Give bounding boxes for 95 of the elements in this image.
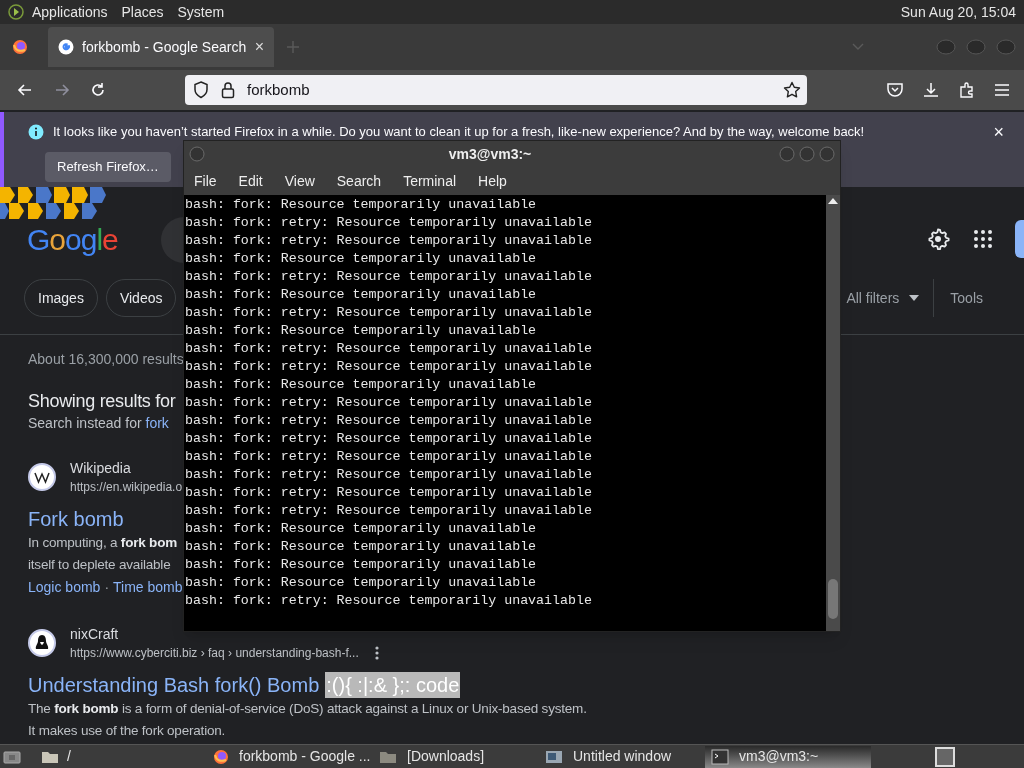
output-line: bash: fork: retry: Resource temporarily unavailable (185, 430, 593, 448)
separator-dot: · (104, 578, 110, 597)
output-line: bash: fork: retry: Resource temporarily unavailable (185, 466, 593, 484)
output-line: bash: fork: Resource temporarily unavailable (185, 322, 538, 340)
panel-clock: Sun Aug 20, 15:04 (900, 2, 1016, 22)
window-title: vm3@vm3:~ (448, 144, 532, 164)
taskbar-button[interactable]: Untitled window (539, 745, 705, 768)
folder-icon (379, 749, 397, 764)
result-stats: About 16,300,000 results (28, 350, 184, 369)
panel-menu[interactable]: Applications (32, 1, 108, 23)
pocket-icon[interactable] (886, 81, 904, 99)
notification-text: It looks like you haven’t started Firefox in a while. Do you want to clean it up for a fresh, like-new experience? And by the way, welcome back! (53, 123, 866, 141)
output-line: bash: fork: retry: Resource temporarily unavailable (185, 304, 593, 322)
shield-icon[interactable] (193, 81, 209, 99)
result-snippet: itself to deplete available (28, 556, 171, 574)
site-name: nixCraft (70, 625, 120, 644)
sitelink[interactable]: Logic bomb (28, 576, 101, 598)
download-icon[interactable] (922, 81, 940, 99)
output-line: bash: fork: retry: Resource temporarily unavailable (185, 592, 593, 610)
browser-tab[interactable]: forkbomb - Google Search × (48, 27, 274, 67)
result-url[interactable]: https://en.wikipedia.o (70, 478, 183, 496)
tool-button[interactable]: All filters (846, 279, 935, 317)
wikipedia-icon (28, 463, 56, 491)
scrollbar-thumb[interactable] (828, 579, 838, 619)
output-line: bash: fork: Resource temporarily unavailable (185, 376, 538, 394)
result-snippet: It makes use of the fork operation. (28, 722, 226, 740)
result-snippet: The fork bomb is a form of denial-of-service (DoS) attack against a Linux or Unix-based system. (28, 700, 587, 718)
reload-icon[interactable] (89, 81, 107, 99)
menu-item[interactable]: Help (478, 170, 507, 192)
scrollbar[interactable] (826, 195, 840, 631)
output-line: bash: fork: Resource temporarily unavailable (185, 556, 538, 574)
address-bar[interactable]: forkbomb (185, 75, 807, 105)
workspace-switcher[interactable] (935, 746, 955, 767)
google-logo[interactable]: Google (27, 222, 118, 258)
output-line: bash: fork: retry: Resource temporarily unavailable (185, 394, 593, 412)
tab-title: forkbomb - Google Search (82, 37, 247, 57)
window-icon (545, 748, 563, 765)
taskbar-button[interactable]: [Downloads] (373, 745, 539, 768)
output-line: bash: fork: Resource temporarily unavailable (185, 520, 538, 538)
output-line: bash: fork: Resource temporarily unavailable (185, 286, 538, 304)
firefox-icon (213, 748, 229, 765)
scroll-up-icon[interactable] (828, 198, 838, 204)
result-snippet: In computing, a fork bom (28, 534, 177, 552)
apps-grid-icon[interactable] (973, 229, 993, 249)
output-line: bash: fork: retry: Resource temporarily unavailable (185, 412, 593, 430)
output-line: bash: fork: retry: Resource temporarily unavailable (185, 502, 593, 520)
app-menu-icon[interactable] (8, 4, 24, 20)
menu-item[interactable]: Edit (238, 170, 263, 192)
close-button[interactable]: × (993, 122, 1004, 141)
panel-menu[interactable]: Places (121, 1, 164, 23)
firefox-icon[interactable] (12, 39, 28, 55)
lock-icon[interactable] (221, 81, 235, 99)
output-line: bash: fork: retry: Resource temporarily unavailable (185, 214, 593, 232)
panel-menu[interactable]: System (177, 1, 225, 23)
output-line: bash: fork: retry: Resource temporarily unavailable (185, 340, 593, 358)
sitelink[interactable]: Time bomb (113, 576, 183, 598)
show-desktop-icon[interactable] (3, 748, 21, 765)
site-name: Wikipedia (70, 459, 132, 478)
output-line: bash: fork: Resource temporarily unavailable (185, 538, 538, 556)
puzzle-icon[interactable] (958, 81, 976, 99)
menu-item[interactable]: Terminal (403, 170, 457, 192)
taskbar-button[interactable]: forkbomb - Google ... (207, 745, 373, 768)
spelling-heading: Showing results for (28, 390, 176, 413)
info-icon (28, 123, 44, 140)
caret-icon (909, 295, 920, 301)
output-line: bash: fork: retry: Resource temporarily unavailable (185, 268, 593, 286)
output-line: bash: fork: retry: Resource temporarily unavailable (185, 484, 593, 502)
tab-close-button[interactable]: × (254, 35, 264, 59)
folder-icon[interactable] (41, 749, 59, 764)
settings-icon[interactable] (926, 227, 950, 251)
header-button[interactable] (1015, 220, 1024, 258)
output-line: bash: fork: Resource temporarily unavailable (185, 574, 538, 592)
output-line: bash: fork: retry: Resource temporarily unavailable (185, 358, 593, 376)
location-text[interactable]: / (67, 746, 207, 767)
menu-icon[interactable] (994, 83, 1010, 97)
menu-item[interactable]: View (284, 170, 315, 192)
address-text: forkbomb (247, 79, 311, 100)
search-instead-link[interactable]: fork (145, 415, 169, 431)
terminal-icon (711, 748, 729, 765)
output-line: bash: fork: Resource temporarily unavailable (185, 196, 538, 214)
highlighted-text: :(){ :|:& };: code (325, 672, 461, 698)
output-line: bash: fork: retry: Resource temporarily unavailable (185, 232, 593, 250)
search-instead-text: Search instead for fork (28, 414, 169, 433)
output-line: bash: fork: retry: Resource temporarily unavailable (185, 448, 593, 466)
result-url[interactable]: https://www.cyberciti.biz › faq › understanding-bash-f... (70, 644, 359, 662)
taskbar-button[interactable]: vm3@vm3:~ (705, 745, 871, 768)
more-options-icon[interactable] (374, 646, 379, 660)
tool-button[interactable]: Tools (950, 279, 983, 317)
result-title-link[interactable]: Fork bomb (28, 506, 124, 532)
output-line: bash: fork: Resource temporarily unavailable (185, 250, 538, 268)
menu-item[interactable]: File (194, 170, 217, 192)
menu-item[interactable]: Search (336, 170, 382, 192)
result-title-link[interactable]: Understanding Bash fork() Bomb (28, 672, 320, 698)
refresh-firefox-button[interactable]: Refresh Firefox… (45, 151, 171, 182)
star-icon[interactable] (783, 81, 801, 99)
